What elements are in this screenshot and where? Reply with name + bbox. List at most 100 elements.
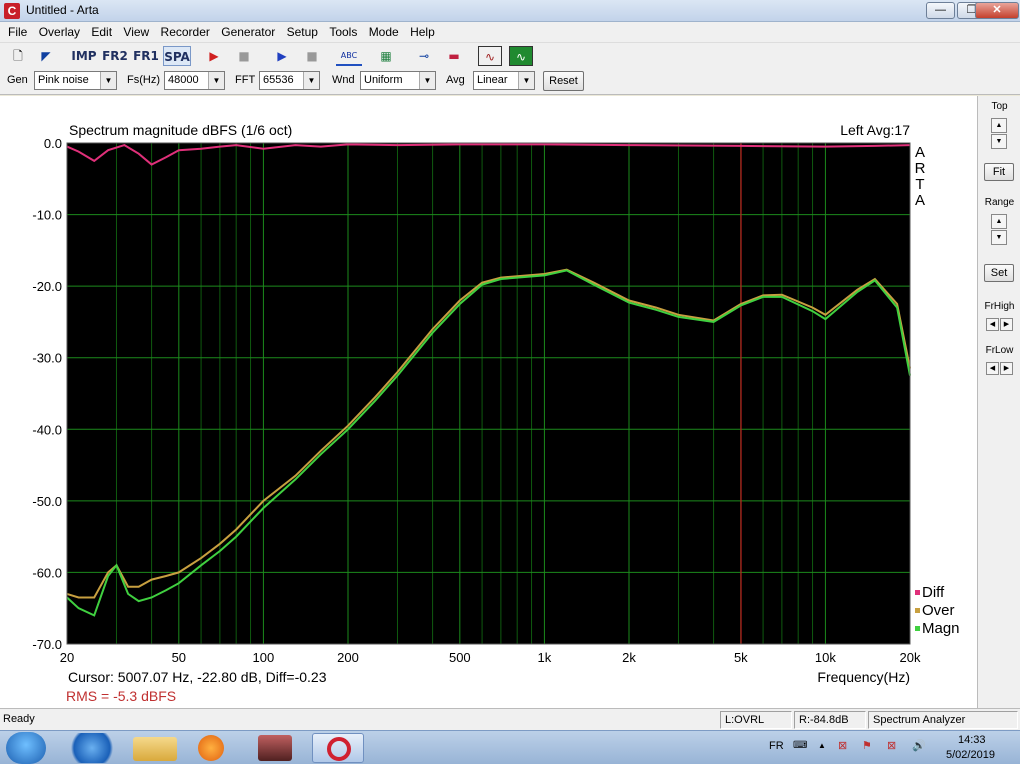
mode-indicator: Spectrum Analyzer xyxy=(868,711,1018,729)
menu-tools[interactable]: Tools xyxy=(325,22,361,39)
keyboard-icon[interactable]: ⌨ xyxy=(793,740,807,751)
new-icon[interactable]: 🗋 xyxy=(6,46,30,66)
top-up-button[interactable]: ▲ xyxy=(991,118,1007,133)
imp-mode-button[interactable]: IMP xyxy=(70,46,98,66)
wnd-label: Wnd xyxy=(332,74,355,86)
arta-app-icon: C xyxy=(4,3,20,19)
action-center-icon[interactable]: ⊠ xyxy=(887,739,896,752)
rms-readout: RMS = -5.3 dBFS xyxy=(66,688,176,704)
x-tick-label: 50 xyxy=(172,650,186,665)
abc-icon[interactable]: ABC xyxy=(336,46,362,66)
clock-date[interactable]: 5/02/2019 xyxy=(946,749,995,761)
flag-icon[interactable]: ⚑ xyxy=(862,739,872,752)
menu-setup[interactable]: Setup xyxy=(283,22,322,39)
chart-title: Spectrum magnitude dBFS (1/6 oct) xyxy=(69,122,292,138)
menu-help[interactable]: Help xyxy=(406,22,439,39)
toolbar: 🗋 ◤ IMP FR2 FR1 SPA ▶ ■ ▶ ■ ABC ▦ ⊸ ▬ ∿ … xyxy=(0,42,1020,68)
language-indicator[interactable]: FR xyxy=(769,740,784,752)
volume-icon[interactable]: 🔊 xyxy=(912,739,926,752)
minimize-button[interactable]: — xyxy=(926,2,955,19)
close-button[interactable]: ✕ xyxy=(975,2,1019,19)
top-down-button[interactable]: ▼ xyxy=(991,134,1007,149)
fft-size-value: 65536 xyxy=(263,74,294,86)
internet-explorer-icon[interactable] xyxy=(66,733,118,763)
play-icon[interactable]: ▶ xyxy=(270,46,294,66)
pattern-icon[interactable]: ▦ xyxy=(374,46,398,66)
y-tick-label: 0.0 xyxy=(44,136,62,151)
stop-icon[interactable]: ■ xyxy=(232,46,256,66)
chevron-down-icon: ▼ xyxy=(518,72,534,89)
menu-overlay[interactable]: Overlay xyxy=(35,22,84,39)
arta-icon xyxy=(327,737,351,761)
averaging-select[interactable]: Linear ▼ xyxy=(473,71,535,90)
legend-swatch xyxy=(915,626,920,631)
avg-label: Avg xyxy=(446,74,465,86)
legend-label: Diff xyxy=(922,584,945,601)
menu-edit[interactable]: Edit xyxy=(87,22,116,39)
range-label: Range xyxy=(984,197,1015,208)
legend-label: Magn xyxy=(922,620,960,637)
menu-recorder[interactable]: Recorder xyxy=(157,22,214,39)
x-tick-label: 5k xyxy=(734,650,748,665)
sample-rate-select[interactable]: 48000 ▼ xyxy=(164,71,225,90)
frlow-left-button[interactable]: ◀ xyxy=(986,362,999,375)
menu-file[interactable]: File xyxy=(4,22,31,39)
open-icon[interactable]: ◤ xyxy=(34,46,58,66)
spa-mode-button[interactable]: SPA xyxy=(163,46,191,66)
frhigh-right-button[interactable]: ▶ xyxy=(1000,318,1013,331)
menu-generator[interactable]: Generator xyxy=(217,22,279,39)
fr1-mode-button[interactable]: FR1 xyxy=(132,46,160,66)
arta-watermark-letter: R xyxy=(915,160,926,177)
wave-icon[interactable]: ∿ xyxy=(478,46,502,66)
network-icon[interactable]: ⊠ xyxy=(838,739,847,752)
y-tick-label: -10.0 xyxy=(32,208,62,223)
chevron-down-icon: ▼ xyxy=(208,72,224,89)
arta-watermark-letter: A xyxy=(915,144,925,161)
reset-button[interactable]: Reset xyxy=(543,71,584,91)
spectrum-chart[interactable]: 0.0-10.0-20.0-30.0-40.0-50.0-60.0-70.020… xyxy=(0,96,977,708)
right-level-indicator: R:-84.8dB xyxy=(794,711,866,729)
scope-icon[interactable]: ∿ xyxy=(509,46,533,66)
status-bar: Ready L:OVRL R:-84.8dB Spectrum Analyzer xyxy=(0,708,1020,730)
x-tick-label: 2k xyxy=(622,650,636,665)
range-down-button[interactable]: ▼ xyxy=(991,230,1007,245)
window-select[interactable]: Uniform ▼ xyxy=(360,71,436,90)
x-axis-label: Frequency(Hz) xyxy=(817,669,910,685)
fit-button[interactable]: Fit xyxy=(984,163,1014,181)
arta-watermark-letter: T xyxy=(915,176,924,193)
x-tick-label: 500 xyxy=(449,650,471,665)
chevron-down-icon: ▼ xyxy=(100,72,116,89)
legend-swatch xyxy=(915,608,920,613)
generator-select[interactable]: Pink noise ▼ xyxy=(34,71,117,90)
frhigh-spinner: ◀ ▶ xyxy=(986,318,1014,331)
start-button[interactable] xyxy=(6,732,46,764)
frlow-right-button[interactable]: ▶ xyxy=(1000,362,1013,375)
right-panel: Top ▲ ▼ Fit Range ▲ ▼ Set FrHigh ◀ ▶ FrL… xyxy=(977,96,1020,708)
menu-mode[interactable]: Mode xyxy=(365,22,403,39)
app-tool-icon[interactable] xyxy=(258,735,292,761)
fft-size-select[interactable]: 65536 ▼ xyxy=(259,71,320,90)
show-hidden-icons[interactable]: ▲ xyxy=(818,741,826,750)
menu-view[interactable]: View xyxy=(119,22,153,39)
control-bar: Gen Pink noise ▼ Fs(Hz) 48000 ▼ FFT 65536 ▼… xyxy=(0,68,1020,95)
arta-taskbar-item[interactable] xyxy=(312,733,364,763)
set-button[interactable]: Set xyxy=(984,264,1014,282)
stop2-icon[interactable]: ■ xyxy=(300,46,324,66)
frhigh-left-button[interactable]: ◀ xyxy=(986,318,999,331)
x-tick-label: 200 xyxy=(337,650,359,665)
chart-subtitle: Left Avg:17 xyxy=(840,122,910,138)
meter-icon[interactable]: ▬ xyxy=(442,46,466,66)
file-explorer-icon[interactable] xyxy=(133,737,177,761)
plot-area: 0.0 -10.0 -20.0 -30.0 -40.0 -50.0 -60.0 -70.0 20… xyxy=(0,96,977,708)
slider-icon[interactable]: ⊸ xyxy=(412,46,436,66)
fr2-mode-button[interactable]: FR2 xyxy=(101,46,129,66)
range-up-button[interactable]: ▲ xyxy=(991,214,1007,229)
record-icon[interactable]: ▶ xyxy=(202,46,226,66)
y-tick-label: -20.0 xyxy=(32,279,62,294)
averaging-value: Linear xyxy=(477,74,508,86)
legend-swatch xyxy=(915,590,920,595)
clock-time[interactable]: 14:33 xyxy=(958,734,986,746)
taskbar: FR ⌨ ▲ ⊠ ⚑ ⊠ 🔊 14:33 5/02/2019 xyxy=(0,730,1020,764)
media-player-icon[interactable] xyxy=(198,735,224,761)
legend-label: Over xyxy=(922,602,955,619)
